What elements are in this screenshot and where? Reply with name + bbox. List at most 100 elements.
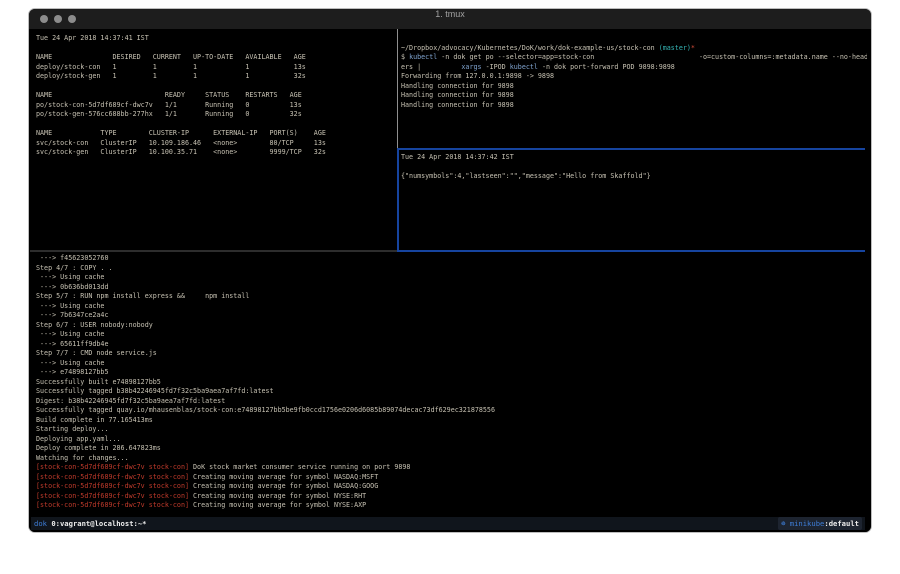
terminal-text-segment: Handling connection for 9898 — [401, 91, 514, 99]
terminal-line: Deploying app.yaml... — [36, 435, 866, 445]
terminal-text-segment: Step 6/7 : USER nobody:nobody — [36, 321, 153, 329]
terminal-text-segment: minikube — [790, 519, 825, 528]
terminal-text-segment: svc/stock-gen ClusterIP 10.100.35.71 <no… — [36, 148, 326, 156]
terminal-text-segment: Step 5/7 : RUN npm install express && np… — [36, 292, 249, 300]
pane-kubectl-watch[interactable]: Tue 24 Apr 2018 14:37:41 IST NAME DESIRED… — [36, 34, 396, 248]
terminal-text-segment: NAME DESIRED CURRENT UP-TO-DATE AVAILABL… — [36, 53, 306, 61]
terminal-text-segment: ---> 65611ff9db4e — [36, 340, 108, 348]
terminal-line: ---> Using cache — [36, 330, 866, 340]
terminal-line: svc/stock-con ClusterIP 10.109.186.46 <n… — [36, 139, 396, 149]
terminal-text-segment: deploy/stock-con 1 1 1 1 13s — [36, 63, 306, 71]
terminal-line: po/stock-gen-576cc688bb-277hx 1/1 Runnin… — [36, 110, 396, 120]
terminal-window: 1. tmux Tue 24 Apr 2018 14:37:41 IST NAME… — [28, 8, 872, 533]
terminal-line: [stock-con-5d7df689cf-dwc7v stock-con] D… — [36, 463, 866, 473]
terminal-text-segment: [stock-con-5d7df689cf-dwc7v stock-con] — [36, 492, 189, 500]
terminal-text-segment: ---> Using cache — [36, 273, 104, 281]
terminal-line: ---> e74898127bb5 — [36, 368, 866, 378]
terminal-text-segment: ---> f45623052760 — [36, 254, 108, 262]
terminal-line: ---> 7b6347ce2a4c — [36, 311, 866, 321]
pane-divider-horizontal-active-top[interactable] — [397, 148, 865, 150]
terminal-text-segment: kubectl — [510, 63, 538, 71]
terminal-line: Watching for changes... — [36, 454, 866, 464]
terminal-line: ---> 0b636bd013dd — [36, 283, 866, 293]
terminal-text-segment: Deploying app.yaml... — [36, 435, 121, 443]
terminal-line: ~/Dropbox/advocacy/Kubernetes/DoK/work/d… — [401, 44, 867, 54]
terminal-line: [stock-con-5d7df689cf-dwc7v stock-con] C… — [36, 473, 866, 483]
terminal-line: Step 7/7 : CMD node service.js — [36, 349, 866, 359]
terminal-line: ---> f45623052760 — [36, 254, 866, 264]
pane-skaffold-log[interactable]: ---> f45623052760 Step 4/7 : COPY . . ---… — [36, 254, 866, 516]
terminal-text-segment: ers | — [401, 63, 461, 71]
terminal-line: Forwarding from 127.0.0.1:9898 -> 9898 — [401, 72, 867, 82]
terminal-text-segment: :default — [824, 519, 859, 528]
terminal-text-segment: * — [691, 44, 695, 52]
pane-divider-vertical-inactive[interactable] — [397, 29, 398, 148]
terminal-line: [stock-con-5d7df689cf-dwc7v stock-con] C… — [36, 501, 866, 511]
terminal-line: Handling connection for 9898 — [401, 82, 867, 92]
terminal-text-segment: [stock-con-5d7df689cf-dwc7v stock-con] — [36, 501, 189, 509]
terminal-text-segment: Successfully tagged quay.io/mhausenblas/… — [36, 406, 495, 414]
terminal-text-segment: ~/Dropbox/advocacy/Kubernetes/DoK/work/d… — [401, 44, 659, 52]
terminal-text-segment: {"numsymbols":4,"lastseen":"","message":… — [401, 172, 651, 180]
status-session-window-tab[interactable]: dok 0:vagrant@localhost:~* — [34, 517, 147, 530]
terminal-line: Starting deploy... — [36, 425, 866, 435]
terminal-line: Handling connection for 9898 — [401, 91, 867, 101]
terminal-text-segment: Forwarding from 127.0.0.1:9898 -> 9898 — [401, 72, 554, 80]
terminal-line: ---> Using cache — [36, 359, 866, 369]
terminal-text-segment: svc/stock-con ClusterIP 10.109.186.46 <n… — [36, 139, 326, 147]
terminal-text-segment: Creating moving average for symbol NYSE:… — [189, 492, 366, 500]
pane-port-forward[interactable]: ~/Dropbox/advocacy/Kubernetes/DoK/work/d… — [401, 34, 867, 146]
terminal-line: NAME TYPE CLUSTER-IP EXTERNAL-IP PORT(S)… — [36, 129, 396, 139]
terminal-text-segment: Tue 24 Apr 2018 14:37:42 IST — [401, 153, 514, 161]
terminal-text-segment: po/stock-con-5d7df689cf-dwc7v 1/1 Runnin… — [36, 101, 302, 109]
terminal-line — [36, 44, 396, 54]
terminal-line: Successfully tagged b38b42246945fd7f32c5… — [36, 387, 866, 397]
terminal-text-segment: Handling connection for 9898 — [401, 82, 514, 90]
close-button[interactable] — [40, 15, 48, 23]
terminal-line: Deploy complete in 286.647823ms — [36, 444, 866, 454]
terminal-text-segment: 0:vagrant@localhost:~* — [51, 519, 146, 528]
pane-divider-horizontal-active-bottom[interactable] — [397, 250, 865, 252]
terminal-text-segment: Digest: b38b42246945fd7f32c5ba9aea7af7fd… — [36, 397, 225, 405]
status-kube-context: ☸ minikube:default — [778, 517, 862, 530]
terminal-line: ---> Using cache — [36, 302, 866, 312]
pane-divider-vertical-active[interactable] — [397, 148, 399, 252]
terminal-text-segment: (master) — [659, 44, 691, 52]
terminal-text-segment: -IPOD — [482, 63, 510, 71]
terminal-line: deploy/stock-gen 1 1 1 1 32s — [36, 72, 396, 82]
terminal-text-segment: ---> e74898127bb5 — [36, 368, 108, 376]
terminal-text-segment: Successfully tagged b38b42246945fd7f32c5… — [36, 387, 274, 395]
terminal-line: ☸ minikube:default — [778, 517, 862, 530]
terminal-text-segment: ☸ — [781, 519, 790, 528]
window-controls — [40, 15, 82, 23]
terminal-text-segment: DoK stock market consumer service runnin… — [189, 463, 410, 471]
zoom-button[interactable] — [68, 15, 76, 23]
terminal-text-segment: ---> 7b6347ce2a4c — [36, 311, 108, 319]
terminal-text-segment: -n dok get po --selector=app=stock-con -… — [437, 53, 867, 61]
terminal-line: Tue 24 Apr 2018 14:37:42 IST — [401, 153, 867, 163]
pane-divider-horizontal-inactive[interactable] — [30, 250, 397, 252]
terminal-text-segment: Successfully built e74898127bb5 — [36, 378, 161, 386]
status-bar: dok 0:vagrant@localhost:~* ☸ minikube:de… — [31, 517, 865, 530]
terminal-text-segment: ---> 0b636bd013dd — [36, 283, 108, 291]
terminal-line: ---> 65611ff9db4e — [36, 340, 866, 350]
terminal-text-segment: Step 4/7 : COPY . . — [36, 264, 113, 272]
minimize-button[interactable] — [54, 15, 62, 23]
terminal-line — [36, 82, 396, 92]
terminal-text-segment: xargs — [461, 63, 481, 71]
terminal-text-segment: Creating moving average for symbol NYSE:… — [189, 501, 366, 509]
pane-service-response[interactable]: Tue 24 Apr 2018 14:37:42 IST {"numsymbols… — [401, 153, 867, 248]
terminal-text-segment: Build complete in 77.165413ms — [36, 416, 153, 424]
terminal-line: Successfully built e74898127bb5 — [36, 378, 866, 388]
terminal-line: Tue 24 Apr 2018 14:37:41 IST — [36, 34, 396, 44]
terminal-line: Step 5/7 : RUN npm install express && np… — [36, 292, 866, 302]
terminal-text-segment: $ — [401, 53, 409, 61]
terminal-line: $ kubectl -n dok get po --selector=app=s… — [401, 53, 867, 63]
title-bar[interactable]: 1. tmux — [29, 9, 871, 30]
terminal-line — [401, 163, 867, 173]
terminal-line: Successfully tagged quay.io/mhausenblas/… — [36, 406, 866, 416]
terminal-text-segment: -n dok port-forward POD 9898:9898 — [538, 63, 675, 71]
terminal-text-segment: Creating moving average for symbol NASDA… — [189, 482, 378, 490]
terminal-line: Step 6/7 : USER nobody:nobody — [36, 321, 866, 331]
terminal-text-segment: Creating moving average for symbol NASDA… — [189, 473, 378, 481]
